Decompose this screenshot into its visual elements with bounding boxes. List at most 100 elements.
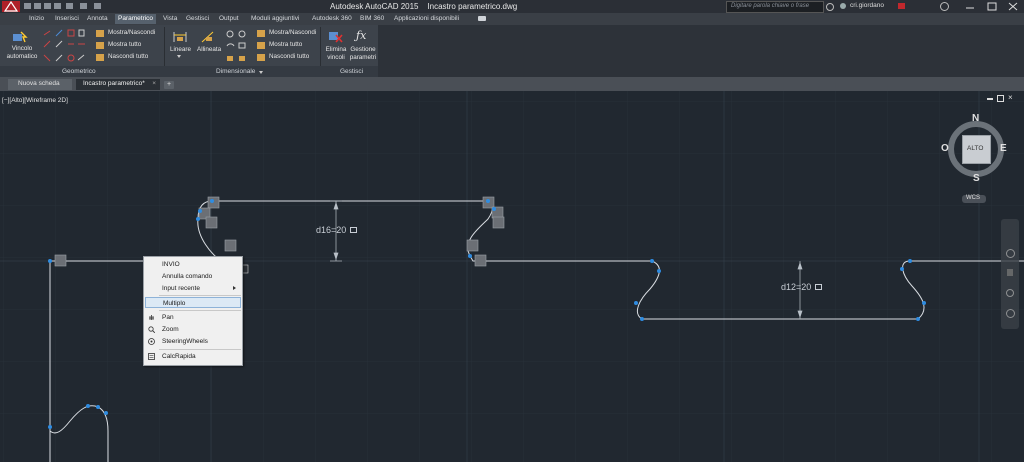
tab-nuova-scheda[interactable]: Nuova scheda <box>8 79 72 90</box>
app-menu-button[interactable] <box>2 0 20 12</box>
dimension-d16-value: d16=20 <box>316 225 347 235</box>
quick-access-toolbar <box>24 3 144 10</box>
tab-vista[interactable]: Vista <box>163 15 177 22</box>
search-box[interactable]: Digitare parola chiave o frase <box>726 1 824 13</box>
dimension-d16[interactable]: d16=20 <box>316 225 357 235</box>
search-input[interactable]: Digitare parola chiave o frase <box>731 3 809 9</box>
navigation-bar[interactable] <box>1001 219 1019 329</box>
geom-show-all-button[interactable]: Mostra tutto <box>108 41 141 48</box>
menu-item-steeringwheels[interactable]: SteeringWheels <box>144 336 242 347</box>
zoom-icon[interactable] <box>1006 289 1014 297</box>
pan-hand-icon <box>149 315 154 320</box>
viewcube-face[interactable]: ALTO <box>962 135 991 164</box>
tab-parametrico[interactable]: Parametrico <box>115 14 157 24</box>
tab-incastro-parametrico[interactable]: Incastro parametrico* × <box>76 79 160 90</box>
menu-item-label: Input recente <box>162 285 200 292</box>
aligned-dimension-icon[interactable] <box>200 30 216 43</box>
minimize-button[interactable] <box>960 1 980 12</box>
dimensionale-dropdown-icon[interactable] <box>259 71 263 74</box>
exchange-icon[interactable] <box>898 3 905 9</box>
menu-item-pan[interactable]: Pan <box>144 312 242 323</box>
geometric-constraints-grid[interactable] <box>42 29 90 65</box>
group-title-bar <box>0 66 378 77</box>
menu-item-calcrapida[interactable]: CalcRapida <box>144 351 242 362</box>
fx-icon[interactable]: ƒx <box>356 29 366 42</box>
menu-item-zoom[interactable]: Zoom <box>144 324 242 335</box>
tab-applicazioni[interactable]: Applicazioni disponibili <box>394 15 459 22</box>
menu-item-label: INVIO <box>162 261 180 268</box>
menu-item-label: CalcRapida <box>162 353 196 360</box>
menu-separator <box>159 295 241 296</box>
help-icon[interactable] <box>940 2 949 11</box>
maximize-button[interactable] <box>982 1 1002 12</box>
menu-item-multiplo[interactable]: Multiplo <box>145 297 241 308</box>
steering-wheel-icon <box>148 338 155 345</box>
menu-item-invio[interactable]: INVIO <box>144 259 242 270</box>
gestisci-group-title[interactable]: Gestisci <box>340 68 363 75</box>
viewport-minimize-button[interactable] <box>987 98 993 100</box>
print-icon[interactable] <box>66 3 73 9</box>
left-vertical-line <box>49 261 109 462</box>
compass-west[interactable]: O <box>941 143 949 154</box>
dimension-d12[interactable]: d12=20 <box>781 282 822 292</box>
delete-constraints-icon[interactable] <box>328 30 343 43</box>
menu-item-input-recente[interactable]: Input recente <box>144 283 242 294</box>
menu-item-annulla-comando[interactable]: Annulla comando <box>144 271 242 282</box>
geom-hide-all-button[interactable]: Nascondi tutto <box>108 53 148 60</box>
dimension-d12-value: d12=20 <box>781 282 812 292</box>
linear-dropdown-icon[interactable] <box>177 55 181 58</box>
dim-show-hide-button[interactable]: Mostra/Nascondi <box>269 29 316 36</box>
lock-icon <box>349 227 357 233</box>
dim-show-all-icon <box>257 42 265 49</box>
viewport-controls-label[interactable]: [−][Alto][Wireframe 2D] <box>2 97 68 104</box>
compass-north[interactable]: N <box>972 113 979 124</box>
new-icon[interactable] <box>24 3 31 9</box>
close-button[interactable] <box>1003 1 1023 12</box>
user-name[interactable]: cri.giordano <box>850 2 884 9</box>
param-manager-button[interactable]: Gestione parametri <box>348 46 378 62</box>
viewcube[interactable]: ALTO N S E O <box>941 113 1008 184</box>
compass-east[interactable]: E <box>1000 143 1007 154</box>
dimension-tools-icons[interactable] <box>225 30 249 66</box>
geom-show-hide-button[interactable]: Mostra/Nascondi <box>108 29 155 36</box>
viewport-restore-button[interactable] <box>997 95 1004 102</box>
save-icon[interactable] <box>44 3 51 9</box>
close-tab-icon[interactable]: × <box>152 80 156 87</box>
linear-button[interactable]: Lineare <box>170 46 191 53</box>
dim-show-all-button[interactable]: Mostra tutto <box>269 41 302 48</box>
ribbon-toggle-icon[interactable] <box>478 16 486 21</box>
zoom-magnifier-icon <box>148 326 155 333</box>
aligned-button[interactable]: Allineata <box>197 46 221 53</box>
search-icon[interactable] <box>826 3 834 11</box>
user-icon[interactable] <box>840 3 846 9</box>
linear-dimension-icon[interactable] <box>172 30 188 43</box>
ucs-menu-button[interactable]: WCS <box>962 195 986 203</box>
tab-autodesk360[interactable]: Autodesk 360 <box>312 15 352 22</box>
lock-icon <box>814 284 822 290</box>
auto-constraint-button[interactable]: Vincolo automatico <box>4 45 40 61</box>
tab-inizio[interactable]: Inizio <box>29 15 44 22</box>
auto-constraint-icon[interactable] <box>12 31 28 43</box>
window-title: Autodesk AutoCAD 2015 Incastro parametri… <box>330 2 518 11</box>
delete-constraints-button[interactable]: Elimina vincoli <box>323 46 349 62</box>
redo-icon[interactable] <box>94 3 101 9</box>
viewport-close-button[interactable]: × <box>1008 93 1013 102</box>
open-icon[interactable] <box>34 3 41 9</box>
compass-south[interactable]: S <box>973 173 980 184</box>
menu-item-label: Annulla comando <box>162 273 213 280</box>
new-tab-button[interactable]: + <box>164 81 174 89</box>
save-as-icon[interactable] <box>54 3 61 9</box>
dim-hide-all-button[interactable]: Nascondi tutto <box>269 53 309 60</box>
tab-bim360[interactable]: BIM 360 <box>360 15 384 22</box>
orbit-icon[interactable] <box>1006 309 1015 318</box>
undo-icon[interactable] <box>80 3 87 9</box>
tab-output[interactable]: Output <box>219 15 239 22</box>
dimensionale-group-title[interactable]: Dimensionale <box>216 68 255 75</box>
steering-wheel-icon[interactable] <box>1006 249 1015 258</box>
tab-inserisci[interactable]: Inserisci <box>55 15 79 22</box>
tab-moduli[interactable]: Moduli aggiuntivi <box>251 15 299 22</box>
pan-icon[interactable] <box>1007 269 1013 276</box>
geometrico-group-title[interactable]: Geometrico <box>62 68 96 75</box>
tab-annota[interactable]: Annota <box>87 15 108 22</box>
tab-gestisci[interactable]: Gestisci <box>186 15 209 22</box>
